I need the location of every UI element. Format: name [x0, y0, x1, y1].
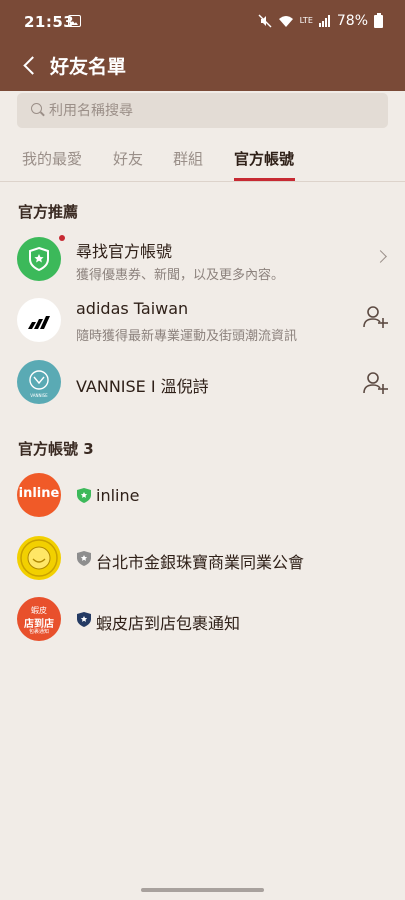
- search-icon: [31, 103, 42, 114]
- page-title: 好友名單: [50, 56, 127, 78]
- shopee-logo-text-3: 包裹通知: [28, 629, 49, 635]
- title-bar: 好友名單: [0, 44, 405, 91]
- inline-logo-text: inline: [18, 486, 60, 501]
- chevron-right-icon: [374, 250, 387, 263]
- home-indicator[interactable]: [141, 888, 264, 892]
- premium-shield-icon: [77, 612, 91, 627]
- avatar: [17, 536, 61, 580]
- list-item-title: 台北市金銀珠寶商業同業公會: [96, 553, 305, 572]
- list-item-jewelry-association[interactable]: 台北市金銀珠寶商業同業公會: [0, 529, 405, 589]
- gallery-icon: [68, 15, 81, 27]
- tab-bar: 我的最愛 好友 群組 官方帳號: [0, 140, 405, 182]
- association-logo-icon: [20, 539, 58, 577]
- tab-friends[interactable]: 好友: [113, 148, 143, 169]
- active-tab-indicator: [234, 178, 295, 181]
- list-item-inline[interactable]: inline inline: [0, 466, 405, 526]
- chevron-left-icon: [22, 55, 42, 75]
- list-item-find-official[interactable]: 尋找官方帳號 獲得優惠券、新聞，以及更多內容。: [0, 230, 405, 290]
- section-heading-official-accounts: 官方帳號 3: [18, 440, 94, 458]
- list-item-subtitle: 隨時獲得最新專業運動及街頭潮流資訊: [76, 329, 298, 344]
- list-item-adidas[interactable]: adidas Taiwan 隨時獲得最新專業運動及街頭潮流資訊: [0, 291, 405, 351]
- tab-favorites[interactable]: 我的最愛: [22, 148, 82, 169]
- app-header: 21:53 LTE 78% 好友名單: [0, 0, 405, 91]
- avatar: inline: [17, 473, 61, 517]
- avatar: VANNISE: [17, 360, 61, 404]
- list-item-title: inline: [96, 486, 140, 505]
- status-time: 21:53: [24, 13, 75, 31]
- list-item-title: VANNISE I 溫倪詩: [76, 377, 209, 396]
- avatar: 蝦皮 店到店 包裹通知: [17, 597, 61, 641]
- shield-star-icon: [29, 246, 49, 272]
- vannise-logo-text: VANNISE: [30, 393, 48, 398]
- search-bar[interactable]: [17, 93, 388, 128]
- status-right-group: LTE 78%: [258, 12, 383, 29]
- search-input[interactable]: [49, 100, 369, 122]
- list-item-subtitle: 獲得優惠券、新聞，以及更多內容。: [76, 268, 285, 283]
- notification-dot: [59, 235, 65, 241]
- wifi-icon: [278, 15, 293, 27]
- battery-percent: 78%: [336, 13, 368, 29]
- list-item-title: 尋找官方帳號: [76, 242, 173, 261]
- back-button[interactable]: [12, 48, 46, 82]
- add-friend-icon[interactable]: [363, 305, 389, 329]
- mute-icon: [258, 14, 272, 28]
- battery-icon: [374, 12, 383, 28]
- adidas-logo-icon: [28, 316, 50, 329]
- list-item-title: adidas Taiwan: [76, 299, 189, 318]
- lte-indicator: LTE: [299, 16, 313, 25]
- section-heading-recommended: 官方推薦: [18, 203, 79, 221]
- tab-groups[interactable]: 群組: [173, 148, 203, 169]
- status-bar: 21:53 LTE 78%: [0, 0, 405, 44]
- list-item-vannise[interactable]: VANNISE VANNISE I 溫倪詩: [0, 353, 405, 413]
- verified-shield-icon: [77, 488, 91, 503]
- add-friend-icon[interactable]: [363, 371, 389, 395]
- list-item-shopee-pickup[interactable]: 蝦皮 店到店 包裹通知 蝦皮店到店包裹通知: [0, 590, 405, 650]
- signal-icon: [318, 15, 330, 27]
- avatar: [17, 298, 61, 342]
- list-item-title: 蝦皮店到店包裹通知: [96, 614, 241, 633]
- tab-official-accounts[interactable]: 官方帳號: [234, 148, 294, 169]
- unverified-shield-icon: [77, 551, 91, 566]
- avatar: [17, 237, 61, 281]
